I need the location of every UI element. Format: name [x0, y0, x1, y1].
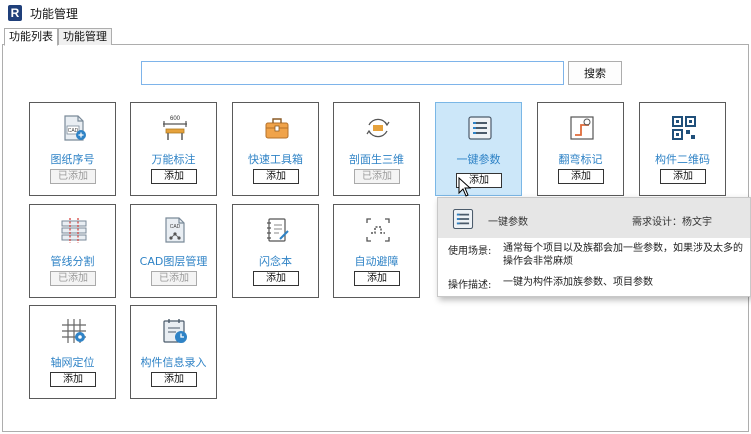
add-button[interactable]: 添加: [253, 271, 299, 286]
tab-function-list[interactable]: 功能列表: [4, 28, 58, 46]
usage-text: 通常每个项目以及族都会加一些参数，如果涉及太多的参数 操作会非常麻烦: [503, 242, 743, 268]
feature-card-notebook[interactable]: 闪念本 添加: [232, 204, 319, 298]
add-button[interactable]: 添加: [558, 169, 604, 184]
add-button[interactable]: 添加: [151, 372, 197, 387]
tooltip-designer: 需求设计：杨文宇: [632, 217, 712, 228]
added-button[interactable]: 已添加: [50, 169, 96, 184]
added-button[interactable]: 已添加: [50, 271, 96, 286]
cad-layer-icon-text: CAD: [170, 224, 181, 230]
grid-locate-icon: [62, 319, 86, 343]
parameter-list-icon: [468, 116, 492, 140]
feature-card-qr-code[interactable]: 构件二维码 添加: [639, 102, 726, 196]
parameter-list-icon: [452, 208, 474, 230]
search-input[interactable]: [141, 61, 564, 85]
card-label: 构件信息录入: [140, 356, 207, 369]
usage-line: 操作会非常麻烦: [503, 256, 573, 267]
notebook-icon: [267, 218, 289, 242]
usage-line: 通常每个项目以及族都会加一些参数，如果涉及太多的参数: [503, 243, 743, 254]
card-label: 管线分割: [50, 255, 95, 268]
section-3d-icon: [366, 118, 390, 138]
feature-card-section-3d[interactable]: 剖面生三维 已添加: [333, 102, 420, 196]
add-button[interactable]: 添加: [151, 169, 197, 184]
feature-card-bend-mark[interactable]: 翻弯标记 添加: [537, 102, 624, 196]
feature-card-one-key-parameter[interactable]: 一键参数 添加: [435, 102, 522, 196]
search-button[interactable]: 搜索: [568, 61, 622, 85]
feature-card-auto-avoid[interactable]: 自动避障 添加: [333, 204, 420, 298]
card-label: 图纸序号: [50, 153, 95, 166]
feature-tooltip: 一键参数 需求设计：杨文宇 使用场景: 通常每个项目以及族都会加一些参数，如果涉…: [437, 197, 751, 297]
card-label: 一键参数: [456, 153, 501, 166]
revit-logo-icon: R: [8, 5, 22, 21]
add-button[interactable]: 添加: [50, 372, 96, 387]
description-text: 一键为构件添加族参数、项目参数: [503, 277, 653, 288]
mouse-cursor-icon: [458, 177, 472, 197]
cad-drawing-icon: CAD: [64, 115, 86, 141]
card-label: 翻弯标记: [558, 153, 603, 166]
tab-function-manage[interactable]: 功能管理: [58, 28, 112, 45]
cad-layer-icon: CAD: [165, 217, 185, 243]
add-button[interactable]: 添加: [253, 169, 299, 184]
add-button[interactable]: 添加: [660, 169, 706, 184]
card-label: 轴网定位: [50, 356, 95, 369]
title-bar: R 功能管理: [0, 0, 751, 26]
window-title: 功能管理: [30, 6, 79, 21]
dimension-icon-text: 600: [170, 116, 181, 122]
bend-mark-icon: [570, 116, 594, 140]
card-label: 闪念本: [259, 255, 292, 268]
tooltip-header: 一键参数 需求设计：杨文宇: [438, 198, 750, 238]
pipe-split-icon: [61, 218, 87, 243]
card-label: 快速工具箱: [248, 153, 303, 166]
added-button[interactable]: 已添加: [151, 271, 197, 286]
feature-card-pipe-split[interactable]: 管线分割 已添加: [29, 204, 116, 298]
card-label: 剖面生三维: [349, 153, 404, 166]
feature-card-dimension[interactable]: 600 万能标注 添加: [130, 102, 217, 196]
tab-strip: 功能列表 功能管理: [4, 28, 112, 46]
feature-card-grid-locate[interactable]: 轴网定位 添加: [29, 305, 116, 399]
description-label: 操作描述:: [448, 280, 492, 291]
feature-card-info-entry[interactable]: 构件信息录入 添加: [130, 305, 217, 399]
feature-card-toolbox[interactable]: 快速工具箱 添加: [232, 102, 319, 196]
card-label: 万能标注: [151, 153, 196, 166]
card-label: 构件二维码: [655, 153, 710, 166]
feature-card-drawing-number[interactable]: CAD 图纸序号 已添加: [29, 102, 116, 196]
info-entry-icon: [163, 319, 187, 343]
dimension-icon: 600: [163, 116, 187, 140]
qr-code-icon: [672, 116, 696, 140]
auto-avoid-icon: [366, 218, 390, 242]
add-button[interactable]: 添加: [354, 271, 400, 286]
card-label: CAD图层管理: [139, 255, 208, 268]
tooltip-feature-name: 一键参数: [488, 217, 528, 228]
toolbox-icon: [265, 118, 289, 139]
added-button[interactable]: 已添加: [354, 169, 400, 184]
usage-label: 使用场景:: [448, 246, 492, 257]
feature-card-cad-layer[interactable]: CAD CAD图层管理 已添加: [130, 204, 217, 298]
card-label: 自动避障: [354, 255, 399, 268]
